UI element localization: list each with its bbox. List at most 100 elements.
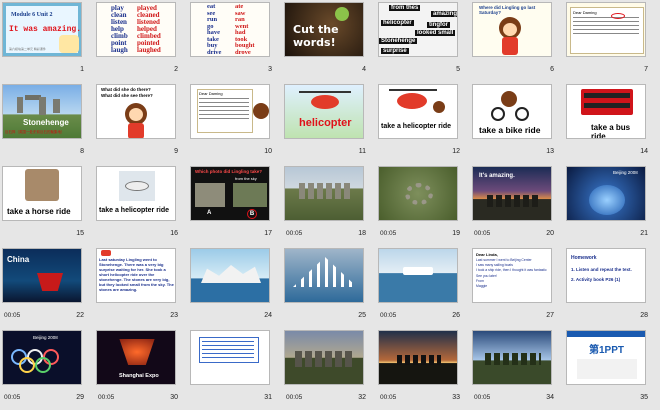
slide-thumbnail-34[interactable] xyxy=(472,330,552,385)
slide-thumbnail-28[interactable]: Homework 1. Listen and repeat the text. … xyxy=(566,248,646,303)
slide-number-13: 13 xyxy=(546,148,554,155)
slide-number-27: 27 xyxy=(546,312,554,319)
slide-5-tag-5: looked small xyxy=(415,30,456,36)
slide-12-heli xyxy=(397,93,427,109)
slide-number-20: 20 xyxy=(546,230,554,237)
slide-number-5: 5 xyxy=(456,66,460,73)
slide-number-15: 15 xyxy=(76,230,84,237)
slide-34-stones xyxy=(485,353,541,365)
slide-20-stones xyxy=(487,195,539,207)
slide-number-4: 4 xyxy=(362,66,366,73)
slide-number-33: 33 xyxy=(452,394,460,401)
slide-9-q2: What did she see there? xyxy=(101,93,153,98)
slide-number-28: 28 xyxy=(640,312,648,319)
slide-29-ring-4 xyxy=(19,357,35,373)
slide-thumbnail-18[interactable] xyxy=(284,166,364,221)
slide-thumbnail-14[interactable]: take a bus ride xyxy=(566,84,646,139)
slide-21-globe xyxy=(589,185,625,215)
slide-19-timing: 00:05 xyxy=(380,230,397,237)
slide-number-32: 32 xyxy=(358,394,366,401)
slide-thumbnail-16[interactable]: take a helicopter ride xyxy=(96,166,176,221)
slide-number-26: 26 xyxy=(452,312,460,319)
slide-16-heli xyxy=(125,181,149,191)
slide-26-timing: 00:05 xyxy=(380,312,397,319)
slide-thumbnail-10[interactable]: Dear Daming xyxy=(190,84,270,139)
slide-17-photo-b xyxy=(233,183,267,207)
slide-thumbnail-23[interactable]: Last saturday Lingling went to Stoneheng… xyxy=(96,248,176,303)
slide-5-tag-6: Stonehenge xyxy=(379,38,418,44)
slide-number-14: 14 xyxy=(640,148,648,155)
slide-thumbnail-13[interactable]: take a bike ride xyxy=(472,84,552,139)
slide-thumbnail-33[interactable] xyxy=(378,330,458,385)
slide-thumbnail-32[interactable] xyxy=(284,330,364,385)
slide-17-sub: from the sky xyxy=(235,176,257,181)
slide-5-tag-4: tingfor xyxy=(427,22,450,28)
slide-number-8: 8 xyxy=(80,148,84,155)
slide-2-past-words: played cleaned listened helped climbed p… xyxy=(137,4,161,54)
slide-thumbnail-30[interactable]: Shanghai Expo xyxy=(96,330,176,385)
slide-thumbnail-21[interactable]: Beijing 2008 xyxy=(566,166,646,221)
slide-thumbnail-19[interactable] xyxy=(378,166,458,221)
slide-7-title: Dear Daming xyxy=(573,10,597,15)
slide-15-horse-photo xyxy=(25,169,59,201)
slide-number-21: 21 xyxy=(640,230,648,237)
slide-20-timing: 00:05 xyxy=(474,230,491,237)
slide-13-wheel-1 xyxy=(491,107,505,121)
slide-number-23: 23 xyxy=(170,312,178,319)
slide-number-18: 18 xyxy=(358,230,366,237)
slide-thumbnail-26[interactable] xyxy=(378,248,458,303)
slide-number-11: 11 xyxy=(358,148,366,155)
slide-29-ring-5 xyxy=(35,357,51,373)
slide-thumbnail-15[interactable]: take a horse ride xyxy=(2,166,82,221)
slide-thumbnail-22[interactable]: China xyxy=(2,248,82,303)
slide-12-girl xyxy=(433,101,445,113)
slide-thumbnail-27[interactable]: Dear Linda, Last summer I went to Beijin… xyxy=(472,248,552,303)
slide-number-31: 31 xyxy=(264,394,272,401)
slide-thumbnail-1[interactable]: Module 6 Unit 2 It was amazing. 第六模块第二单元… xyxy=(2,2,82,57)
slide-33-silhouette xyxy=(397,355,441,365)
slide-thumbnail-25[interactable] xyxy=(284,248,364,303)
slide-35-logo-text: 第1PPT xyxy=(589,345,625,356)
slide-1-sub: 第六模块第二单元 精彩课件 xyxy=(9,47,46,51)
slide-thumbnail-24[interactable] xyxy=(190,248,270,303)
slide-19-circle xyxy=(405,183,433,205)
slide-34-timing: 00:05 xyxy=(474,394,491,401)
slide-thumbnail-12[interactable]: take a helicopter ride xyxy=(378,84,458,139)
slide-12-rotor xyxy=(389,89,437,91)
slide-number-3: 3 xyxy=(268,66,272,73)
slide-thumbnail-3[interactable]: eat see run go have take buy drive ate s… xyxy=(190,2,270,57)
slide-6-girl-body xyxy=(502,37,518,55)
slide-28-item-1: 1. Listen and repeat the text. xyxy=(571,267,632,272)
slide-23-text: Last saturday Lingling went to Stoneheng… xyxy=(99,257,174,292)
slide-5-tag-1: from thes xyxy=(389,5,421,11)
slide-28-title: Homework xyxy=(571,255,597,261)
slide-thumbnail-4[interactable]: Cut the words! xyxy=(284,2,364,57)
slide-18-timing: 00:05 xyxy=(286,230,303,237)
slide-number-9: 9 xyxy=(174,148,178,155)
slide-11-heli-body xyxy=(311,95,339,109)
slide-14-caption: take a bus ride xyxy=(591,123,631,139)
slide-number-19: 19 xyxy=(452,230,460,237)
slide-5-tag-7: surprise xyxy=(381,48,409,54)
slide-8-stone-3 xyxy=(39,97,46,115)
slide-thumbnail-8[interactable]: Stonehenge 巨石阵（英国一处史前巨石的聚集地） xyxy=(2,84,82,139)
slide-thumbnail-20[interactable]: It's amazing. xyxy=(472,166,552,221)
slide-thumbnail-7[interactable]: Dear Daming xyxy=(566,2,646,57)
slide-3-base-words: eat see run go have take buy drive xyxy=(207,3,222,56)
slide-sorter-grid: Module 6 Unit 2 It was amazing. 第六模块第二单元… xyxy=(2,2,658,408)
slide-thumbnail-6[interactable]: Where did Lingling go last Saturday? xyxy=(472,2,552,57)
slide-thumbnail-29[interactable]: Beijing 2008 xyxy=(2,330,82,385)
slide-9-q1: What did she do there? xyxy=(101,87,151,92)
slide-thumbnail-2[interactable]: play clean listen help climb point laugh… xyxy=(96,2,176,57)
slide-21-title: Beijing 2008 xyxy=(613,170,638,175)
slide-31-lines xyxy=(202,341,254,342)
slide-thumbnail-35[interactable]: 第1PPT xyxy=(566,330,646,385)
slide-thumbnail-17[interactable]: Which photo did Lingling take? from the … xyxy=(190,166,270,221)
slide-thumbnail-11[interactable]: helicopter xyxy=(284,84,364,139)
slide-thumbnail-9[interactable]: What did she do there? What did she see … xyxy=(96,84,176,139)
slide-number-7: 7 xyxy=(644,66,648,73)
slide-thumbnail-31[interactable] xyxy=(190,330,270,385)
slide-thumbnail-5[interactable]: from thes amazing helicopter tingfor loo… xyxy=(378,2,458,57)
slide-number-1: 1 xyxy=(80,66,84,73)
slide-1-module: Module 6 Unit 2 xyxy=(11,12,53,18)
